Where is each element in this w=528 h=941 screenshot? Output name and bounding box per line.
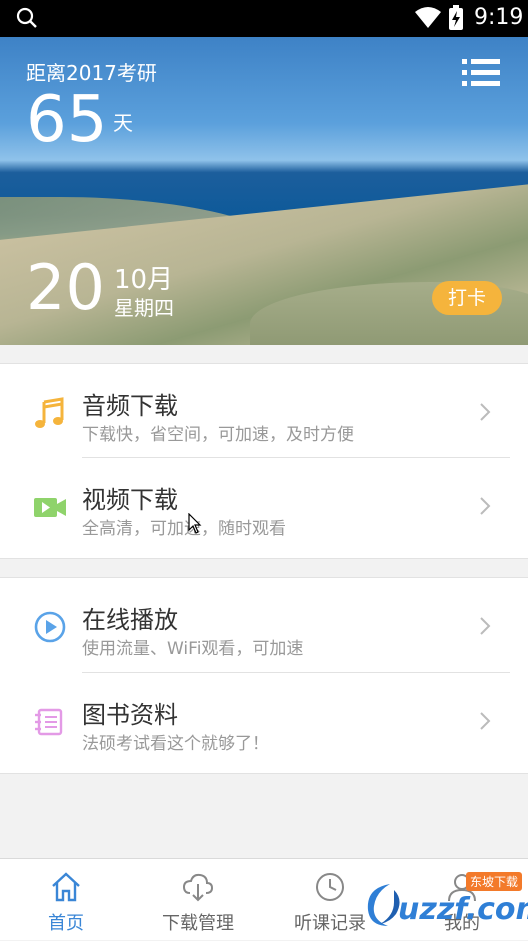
- chevron-right-icon: [480, 617, 491, 635]
- chevron-right-icon: [480, 403, 491, 421]
- date-weekday: 星期四: [114, 296, 174, 320]
- checkin-button[interactable]: 打卡: [432, 281, 502, 315]
- home-icon: [52, 872, 80, 902]
- menu-item-title: 视频下载: [82, 486, 178, 514]
- cloud-download-icon: [182, 873, 214, 902]
- tab-label: 首页: [48, 913, 84, 934]
- menu-item-books[interactable]: 图书资料 法硕考试看这个就够了！: [0, 673, 528, 766]
- tab-label: 下载管理: [162, 913, 234, 934]
- tab-download-manager[interactable]: 下载管理: [132, 859, 264, 941]
- menu-item-audio-download[interactable]: 音频下载 下载快，省空间，可加速，及时方便: [0, 364, 528, 457]
- mouse-cursor-icon: [188, 513, 202, 534]
- menu-card-content: 在线播放 使用流量、WiFi观看，可加速 图书资料 法硕考试看这个就够了！: [0, 577, 528, 774]
- book-icon: [35, 708, 63, 736]
- video-camera-icon: [34, 498, 66, 517]
- chevron-right-icon: [480, 497, 491, 515]
- tab-home[interactable]: 首页: [0, 859, 132, 941]
- menu-item-subtitle: 使用流量、WiFi观看，可加速: [82, 639, 304, 659]
- menu-card-downloads: 音频下载 下载快，省空间，可加速，及时方便 视频下载 全高清，可加速，随时观看: [0, 363, 528, 559]
- menu-item-video-download[interactable]: 视频下载 全高清，可加速，随时观看: [0, 458, 528, 551]
- status-bar: 9:19: [0, 0, 528, 37]
- countdown-days: 65: [26, 83, 108, 157]
- countdown-days-unit: 天: [113, 111, 133, 135]
- date-day: 20: [26, 251, 105, 324]
- menu-icon[interactable]: [462, 57, 500, 89]
- menu-item-title: 图书资料: [82, 701, 178, 729]
- menu-item-subtitle: 下载快，省空间，可加速，及时方便: [82, 425, 354, 445]
- menu-item-title: 音频下载: [82, 392, 178, 420]
- chevron-right-icon: [480, 712, 491, 730]
- music-note-icon: [35, 397, 64, 428]
- menu-item-online-play[interactable]: 在线播放 使用流量、WiFi观看，可加速: [0, 578, 528, 671]
- menu-item-subtitle: 全高清，可加速，随时观看: [82, 519, 286, 539]
- status-time: 9:19: [474, 5, 524, 30]
- menu-item-title: 在线播放: [82, 606, 178, 634]
- play-circle-icon: [34, 611, 66, 643]
- clock-icon: [316, 873, 344, 901]
- watermark-badge: 东坡下载: [466, 872, 523, 891]
- search-icon[interactable]: [16, 7, 38, 29]
- site-watermark: uzzf.com 东坡下载: [360, 872, 528, 938]
- watermark-logo-text: uzzf.com: [398, 892, 528, 927]
- menu-item-subtitle: 法硕考试看这个就够了！: [82, 734, 269, 754]
- countdown-label: 距离2017考研: [26, 61, 157, 85]
- date-month: 10月: [114, 265, 174, 295]
- battery-icon: [449, 5, 463, 30]
- hero-banner: 距离2017考研 65 天 20 10月 星期四 打卡: [0, 37, 528, 345]
- wifi-icon: [415, 7, 441, 28]
